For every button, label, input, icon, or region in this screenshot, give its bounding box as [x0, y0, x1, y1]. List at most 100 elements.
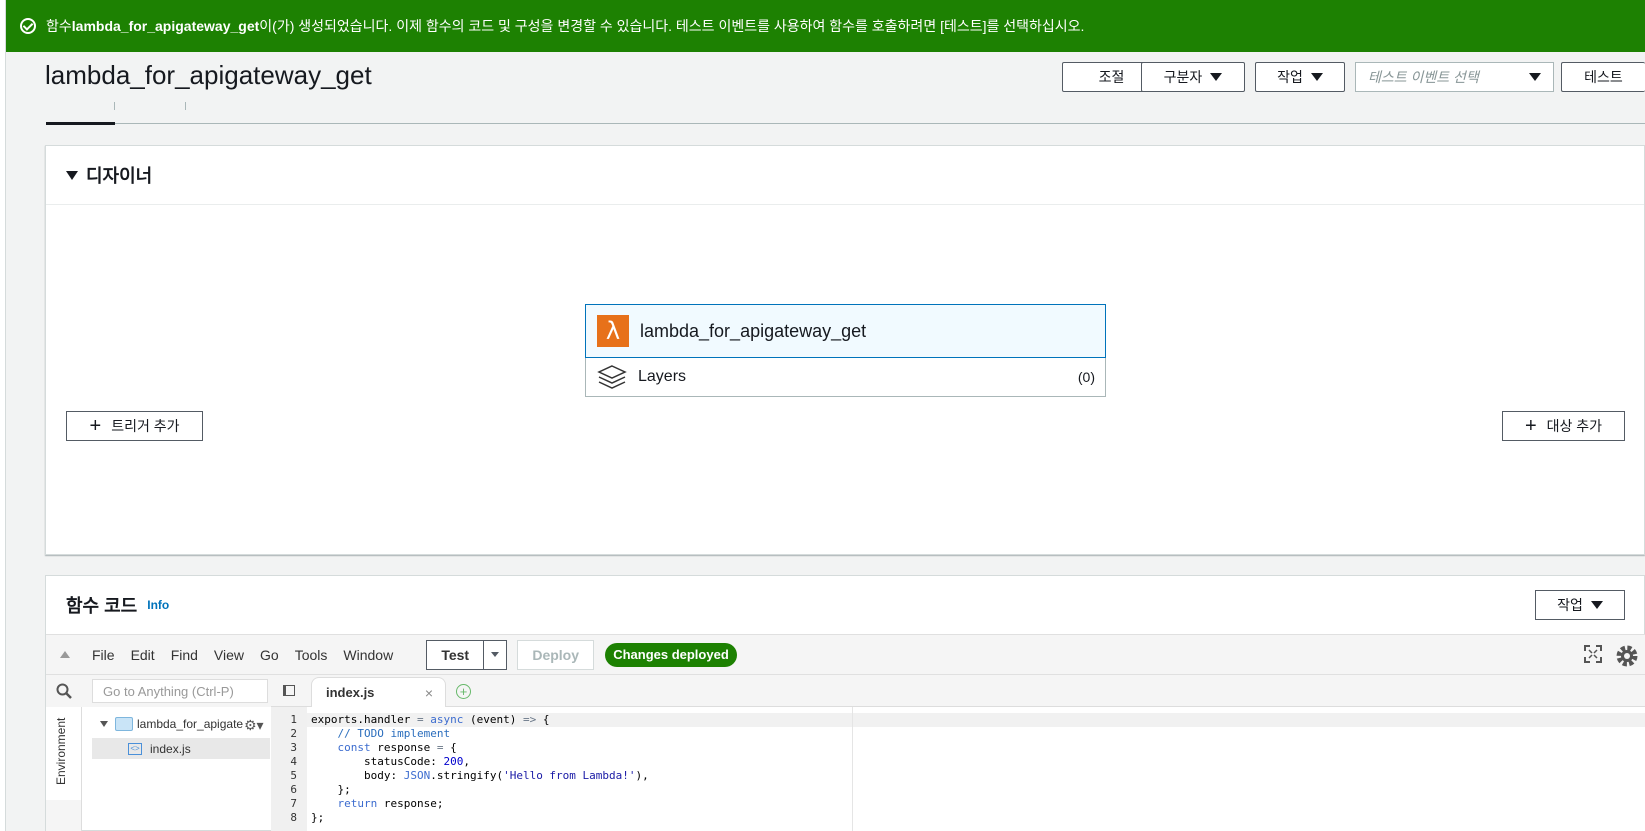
tab-separator [114, 102, 115, 110]
designer-panel: 디자이너 λ lambda_for_apigateway_get Layers … [45, 145, 1645, 555]
caret-down-icon [1590, 601, 1603, 609]
test-event-placeholder: 테스트 이벤트 선택 [1368, 69, 1479, 85]
goto-anything-input[interactable]: Go to Anything (Ctrl-P) [92, 679, 268, 703]
menu-file[interactable]: File [84, 647, 123, 663]
code-line: }; [311, 811, 325, 824]
js-file-icon: <> [128, 742, 142, 755]
add-trigger-label: 트리거 추가 [111, 418, 180, 434]
throttle-label: 조절 [1098, 69, 1125, 85]
actions-button[interactable]: 작업 [1255, 62, 1345, 92]
code-line: statusCode: 200, [311, 755, 470, 768]
function-node-header[interactable]: λ lambda_for_apigateway_get [585, 304, 1106, 358]
add-destination-button[interactable]: + 대상 추가 [1502, 411, 1625, 441]
fullscreen-icon[interactable] [1584, 645, 1602, 663]
collapse-triangle-icon [66, 170, 78, 180]
designer-canvas: λ lambda_for_apigateway_get Layers (0) +… [46, 205, 1644, 555]
check-circle-icon [20, 18, 36, 34]
line-number: 3 [290, 741, 297, 754]
caret-down-icon [491, 652, 500, 657]
line-number: 6 [290, 783, 297, 796]
code-line: exports.handler = async (event) => { [311, 713, 550, 726]
menu-window[interactable]: Window [335, 647, 401, 663]
code-editor[interactable]: index.js × + 1 2 3 4 5 6 7 8 exports.han… [271, 675, 1645, 831]
caret-down-icon [1529, 73, 1541, 81]
code-line: }; [311, 783, 351, 796]
flash-message: 이(가) 생성되었습니다. 이제 함수의 코드 및 구성을 변경할 수 있습니다… [259, 18, 1085, 34]
line-number: 5 [290, 769, 297, 782]
layers-row[interactable]: Layers (0) [586, 357, 1105, 397]
actions-label: 작업 [1277, 69, 1303, 85]
tree-file[interactable]: <> index.js [92, 738, 270, 759]
line-number: 7 [290, 797, 297, 810]
ide-menubar: File Edit Find View Go Tools Window Test… [46, 634, 1645, 675]
caret-down-icon [1210, 73, 1223, 81]
plus-icon: + [89, 415, 102, 437]
code-text[interactable]: exports.handler = async (event) => { // … [307, 707, 1645, 831]
search-icon[interactable] [56, 683, 72, 699]
folder-name: lambda_for_apigate [137, 717, 244, 731]
folder-icon [115, 717, 133, 731]
function-code-panel: 함수 코드 Info 작업 File Edit Find View Go Too… [45, 575, 1645, 831]
ide-test-label[interactable]: Test [427, 640, 485, 669]
code-line: body: JSON.stringify('Hello from Lambda!… [311, 769, 649, 782]
layers-label: Layers [638, 368, 687, 385]
caret-down-icon [1310, 73, 1323, 81]
folder-settings-icon[interactable]: ⚙▾ [244, 717, 264, 734]
goto-bar: Go to Anything (Ctrl-P) [46, 675, 271, 707]
menu-view[interactable]: View [206, 647, 252, 663]
add-trigger-button[interactable]: + 트리거 추가 [66, 411, 203, 441]
menu-tools[interactable]: Tools [287, 647, 336, 663]
line-number: 2 [290, 727, 297, 740]
layers-count: (0) [1077, 369, 1095, 385]
plus-icon: + [1524, 415, 1537, 437]
status-badge: Changes deployed [605, 642, 737, 667]
code-actions-label: 작업 [1557, 597, 1583, 613]
left-edge [0, 0, 6, 831]
ide-test-button[interactable]: Test [426, 639, 508, 670]
menu-go[interactable]: Go [252, 647, 287, 663]
line-gutter: 1 2 3 4 5 6 7 8 [271, 707, 307, 831]
test-label: 테스트 [1584, 69, 1623, 85]
function-code-title: 함수 코드 [66, 596, 138, 616]
page-tabs [46, 100, 1645, 125]
code-line: const response = { [337, 741, 457, 754]
test-button[interactable]: 테스트 [1561, 62, 1645, 92]
designer-title: 디자이너 [86, 166, 153, 186]
code-actions-button[interactable]: 작업 [1535, 590, 1625, 620]
print-margin [852, 707, 853, 831]
ide-body: Environment Go to Anything (Ctrl-P) lamb… [46, 675, 1645, 831]
gear-icon[interactable] [1614, 643, 1640, 669]
qualifiers-button[interactable]: 구분자 [1141, 62, 1245, 92]
info-link[interactable]: Info [147, 598, 169, 612]
designer-header[interactable]: 디자이너 [46, 146, 1644, 205]
code-line: // TODO implement [337, 727, 451, 740]
tab-active-indicator [46, 122, 115, 125]
close-icon[interactable]: × [425, 685, 433, 701]
environment-label[interactable]: Environment [54, 695, 68, 785]
ide-test-dropdown[interactable] [484, 641, 506, 669]
layers-icon [597, 365, 627, 389]
deploy-button[interactable]: Deploy [517, 639, 595, 670]
menu-find[interactable]: Find [163, 647, 206, 663]
line-number: 8 [290, 811, 297, 824]
tree-file-name: index.js [150, 741, 191, 756]
lambda-icon: λ [597, 315, 629, 347]
collapse-up-icon[interactable] [60, 651, 70, 658]
add-destination-label: 대상 추가 [1546, 418, 1603, 434]
flash-prefix: 함수 [46, 18, 72, 34]
editor-tab[interactable]: index.js × [311, 677, 446, 707]
function-node-name: lambda_for_apigateway_get [640, 320, 867, 341]
editor-tab-bar: index.js × + [271, 675, 1645, 707]
function-node[interactable]: λ lambda_for_apigateway_get Layers (0) [585, 304, 1106, 397]
expand-triangle-icon[interactable] [100, 721, 108, 727]
qualifiers-label: 구분자 [1163, 69, 1203, 85]
add-tab-icon[interactable]: + [456, 684, 471, 699]
success-flash-banner: 함수 lambda_for_apigateway_get 이(가) 생성되었습니… [6, 0, 1645, 52]
code-line: return response; [337, 797, 444, 810]
menu-edit[interactable]: Edit [123, 647, 163, 663]
tab-menu-icon[interactable] [283, 685, 295, 696]
function-code-header: 함수 코드 Info [46, 576, 1644, 634]
tree-folder[interactable]: lambda_for_apigate [100, 717, 243, 731]
flash-function-name: lambda_for_apigateway_get [71, 18, 260, 34]
test-event-select[interactable]: 테스트 이벤트 선택 [1355, 62, 1554, 92]
